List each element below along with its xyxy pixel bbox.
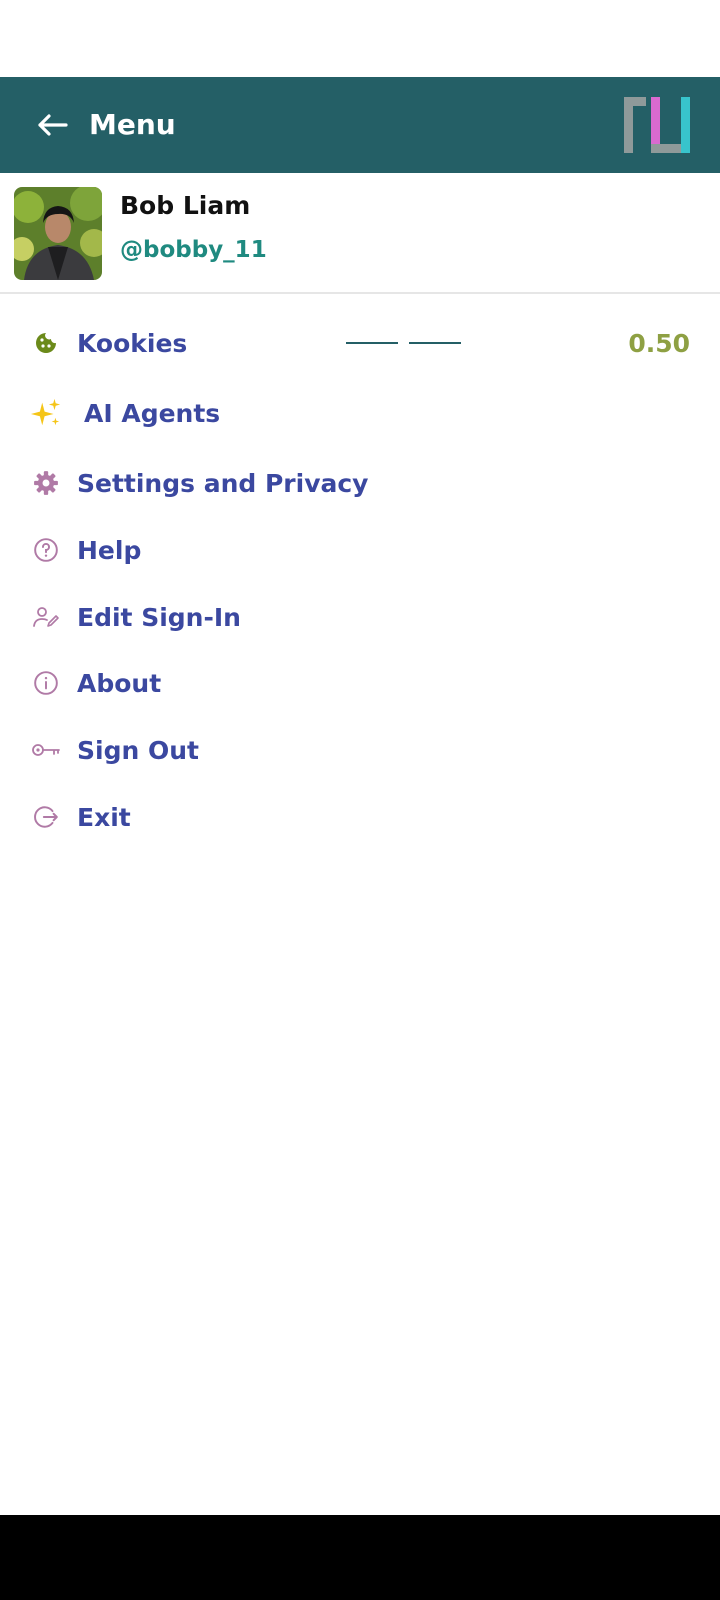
cookie-icon (30, 327, 62, 359)
page-title: Menu (89, 108, 176, 141)
help-circle-icon (30, 534, 62, 566)
menu-item-about[interactable]: About (0, 653, 720, 713)
menu-item-label: About (77, 668, 162, 698)
sparkles-icon (30, 397, 62, 429)
info-circle-icon (30, 667, 62, 699)
menu-item-edit-sign-in[interactable]: Edit Sign-In (0, 587, 720, 647)
profile-handle: @bobby_11 (120, 237, 267, 263)
divider-dash (409, 342, 461, 344)
menu-item-help[interactable]: Help (0, 520, 720, 580)
profile-header[interactable]: Bob Liam @bobby_11 (0, 173, 720, 294)
menu-item-label: Kookies (77, 328, 188, 358)
system-navigation-bar (0, 1515, 720, 1600)
divider-dash (346, 342, 398, 344)
gear-icon (30, 467, 62, 499)
avatar[interactable] (14, 187, 102, 280)
menu-item-kookies[interactable]: Kookies 0.50 (0, 313, 720, 373)
arrow-left-icon (38, 114, 68, 136)
menu-item-label: Help (77, 535, 142, 565)
app-logo (624, 97, 690, 153)
app-bar: Menu (0, 77, 720, 173)
exit-icon (30, 801, 62, 833)
menu-item-label: Edit Sign-In (77, 602, 241, 632)
menu-item-label: Sign Out (77, 735, 199, 765)
menu-item-ai-agents[interactable]: AI Agents (0, 383, 720, 443)
menu-item-label: AI Agents (84, 398, 221, 428)
menu-item-sign-out[interactable]: Sign Out (0, 720, 720, 780)
status-bar (0, 0, 720, 77)
menu-item-label: Settings and Privacy (77, 468, 369, 498)
menu-item-settings-privacy[interactable]: Settings and Privacy (0, 453, 720, 513)
menu-item-exit[interactable]: Exit (0, 787, 720, 847)
back-button[interactable] (30, 103, 74, 147)
key-icon (30, 734, 62, 766)
profile-name: Bob Liam (120, 191, 251, 220)
menu-item-label: Exit (77, 802, 131, 832)
user-edit-icon (30, 601, 62, 633)
kookies-balance: 0.50 (628, 328, 690, 358)
